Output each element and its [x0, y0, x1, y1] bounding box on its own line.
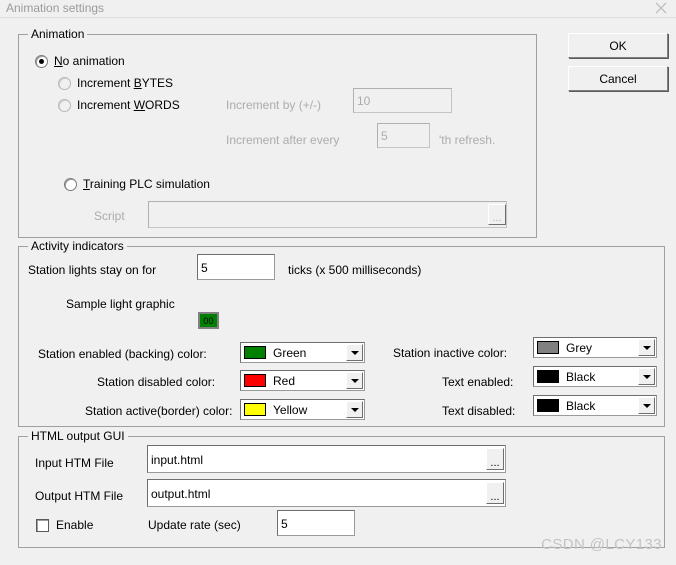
chevron-down-icon[interactable] [638, 397, 655, 414]
radio-increment-words[interactable] [58, 99, 71, 112]
station-disabled-color-combo[interactable]: Red [240, 370, 365, 391]
station-disabled-color-label: Station disabled color: [97, 375, 216, 389]
radio-increment-bytes-label: Increment BYTES [77, 76, 174, 90]
title-bar: Animation settings [0, 0, 676, 17]
script-input[interactable] [148, 201, 507, 228]
station-enabled-color-combo[interactable]: Green [240, 342, 365, 363]
window-title: Animation settings [6, 1, 105, 15]
radio-training-plc-simulation[interactable] [64, 178, 77, 191]
sample-light-label: Sample light graphic [66, 297, 175, 311]
color-swatch-yellow [244, 403, 266, 416]
radio-increment-words-label: Increment WORDS [77, 98, 180, 112]
color-swatch-grey [537, 341, 559, 354]
input-htm-file-label: Input HTM File [35, 456, 114, 470]
color-swatch-black [537, 370, 559, 383]
increment-by-input[interactable]: 10 [353, 88, 452, 113]
refresh-suffix-label: 'th refresh. [439, 133, 496, 147]
activity-indicators-groupbox-title: Activity indicators [28, 239, 127, 253]
chevron-down-icon[interactable] [346, 372, 363, 389]
text-disabled-color-combo[interactable]: Black [533, 395, 657, 416]
animation-settings-dialog: Animation settings OK Cancel Animation N… [0, 0, 676, 565]
chevron-down-icon[interactable] [346, 401, 363, 418]
color-swatch-black [537, 399, 559, 412]
input-htm-browse-button[interactable]: ... [486, 448, 504, 470]
sample-light-graphic: 00 [198, 312, 219, 329]
station-inactive-color-value: Grey [566, 340, 593, 355]
output-htm-file-input[interactable]: output.html [147, 479, 506, 507]
ok-button[interactable]: OK [568, 33, 668, 58]
increment-by-label: Increment by (+/-) [226, 98, 322, 112]
station-enabled-color-label: Station enabled (backing) color: [38, 347, 207, 361]
radio-no-animation-label: No animation [54, 54, 125, 68]
close-icon[interactable] [654, 1, 668, 15]
increment-after-label: Increment after every [226, 133, 340, 147]
update-rate-label: Update rate (sec) [148, 518, 241, 532]
update-rate-input[interactable]: 5 [277, 510, 355, 536]
station-lights-input[interactable]: 5 [197, 254, 275, 280]
station-lights-label: Station lights stay on for [28, 263, 157, 277]
station-inactive-color-label: Station inactive color: [393, 346, 508, 360]
color-swatch-red [244, 374, 266, 387]
radio-no-animation[interactable] [35, 55, 48, 68]
radio-increment-bytes[interactable] [58, 77, 71, 90]
station-active-color-value: Yellow [273, 402, 308, 417]
station-disabled-color-value: Red [273, 373, 296, 388]
output-htm-file-label: Output HTM File [35, 489, 124, 503]
chevron-down-icon[interactable] [638, 368, 655, 385]
station-active-color-combo[interactable]: Yellow [240, 399, 365, 420]
text-disabled-color-value: Black [566, 398, 596, 413]
station-active-color-label: Station active(border) color: [85, 404, 233, 418]
text-enabled-label: Text enabled: [442, 375, 514, 389]
cancel-button[interactable]: Cancel [568, 66, 668, 91]
chevron-down-icon[interactable] [638, 339, 655, 356]
animation-groupbox-title: Animation [28, 27, 88, 41]
script-browse-button[interactable]: ... [488, 204, 506, 225]
script-label: Script [94, 209, 125, 223]
html-output-groupbox-title: HTML output GUI [28, 429, 128, 443]
output-htm-browse-button[interactable]: ... [486, 482, 504, 504]
text-enabled-color-combo[interactable]: Black [533, 366, 657, 387]
text-enabled-color-value: Black [566, 369, 596, 384]
radio-training-plc-simulation-label: Training PLC simulation [83, 177, 210, 191]
watermark: CSDN @LCY133 [541, 536, 662, 553]
dialog-client-area: OK Cancel Animation No animation Increme… [0, 17, 676, 565]
chevron-down-icon[interactable] [346, 344, 363, 361]
input-htm-file-input[interactable]: input.html [147, 445, 506, 473]
station-enabled-color-value: Green [273, 345, 307, 360]
enable-label: Enable [56, 518, 94, 532]
text-disabled-label: Text disabled: [442, 404, 516, 418]
color-swatch-green [244, 346, 266, 359]
increment-after-input[interactable]: 5 [377, 123, 430, 148]
enable-checkbox[interactable] [36, 519, 49, 532]
ticks-label: ticks (x 500 milliseconds) [288, 263, 422, 277]
station-inactive-color-combo[interactable]: Grey [533, 337, 657, 358]
